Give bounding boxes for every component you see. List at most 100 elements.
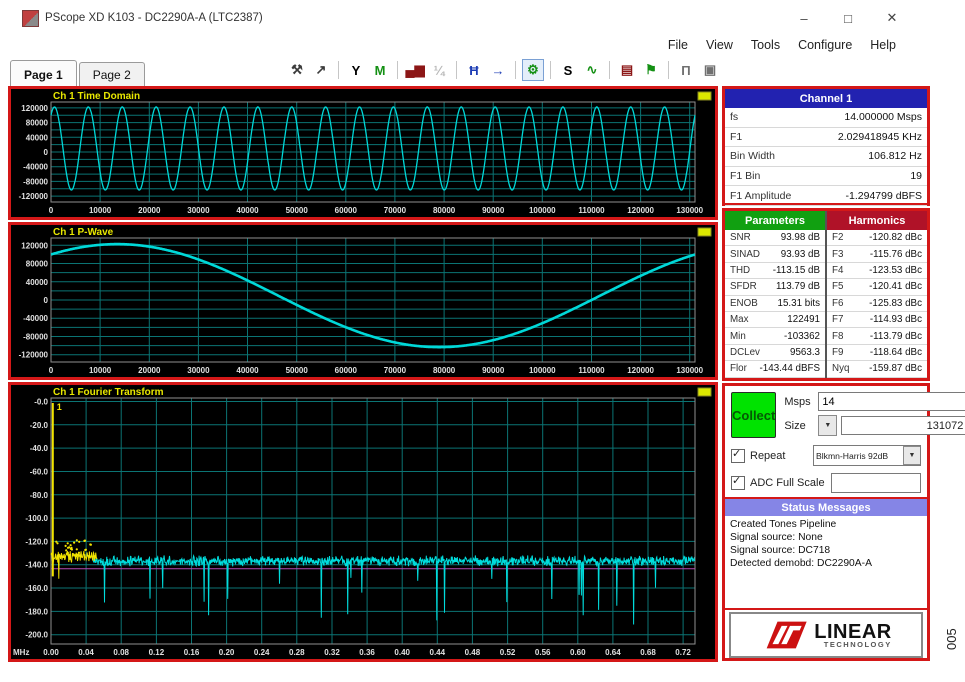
y-tick-label: -80000 (23, 177, 48, 186)
harmonic-row-value: -120.82 dBc (869, 232, 922, 244)
parameter-row: SNR 93.98 dB (725, 230, 825, 247)
x-tick-label: 20000 (138, 366, 161, 375)
x-tick-label: 130000 (676, 366, 703, 375)
x-tick-label: 20000 (138, 206, 161, 215)
window-select[interactable]: Blkmn-Harris 92dB ▼ (813, 445, 921, 466)
x-tick-label: 90000 (482, 366, 505, 375)
x-tick-label: 120000 (627, 206, 654, 215)
leakage-dot (77, 551, 81, 554)
parameters-table: SNR 93.98 dB SINAD 93.93 dB THD -113.15 dB SFD… (725, 230, 825, 378)
parameter-row: SINAD 93.93 dB (725, 246, 825, 263)
x-tick-label: 70000 (384, 366, 407, 375)
harmonic-row: F8 -113.79 dBc (827, 328, 927, 345)
leakage-dot (75, 548, 78, 551)
chart-time_domain[interactable]: 0 10000 20000 30000 40000 50000 60000 70000 8000… (11, 89, 715, 217)
harmonic-row-value: -114.93 dBc (869, 314, 922, 326)
parameter-row-label: Max (730, 314, 749, 326)
x-tick-label: 0.60 (570, 648, 586, 657)
leakage-dot (57, 553, 61, 556)
close-button-icon[interactable]: ✕ (884, 10, 900, 26)
histogram-icon[interactable]: ▄▆ (404, 59, 426, 81)
y-tick-label: -180.0 (25, 607, 48, 616)
fraction-icon[interactable]: ¼ (428, 59, 450, 81)
parameter-row: Flor -143.44 dBFS (725, 361, 825, 378)
adc-full-scale-checkbox[interactable] (731, 474, 745, 490)
arrow-tool-icon[interactable]: ↗ (310, 59, 332, 81)
parameters-harmonics-panel: Parameters Harmonics SNR 93.98 dB SINAD 93.… (722, 208, 930, 381)
device-tool-icon[interactable]: ⚙ (522, 59, 544, 81)
msps-input[interactable] (818, 392, 965, 411)
chart-fourier[interactable]: 0.00 0.04 0.08 0.12 0.16 0.20 0.24 0.28 0.32 0.36… (11, 385, 715, 659)
status-messages-panel: Status Messages Created Tones Pipeline Si… (725, 497, 927, 610)
adc-full-scale-label: ADC Full Scale (750, 477, 825, 489)
collect-button[interactable]: Collect (731, 392, 777, 438)
adc-full-scale-field[interactable] (830, 473, 921, 493)
channel-row-label: F1 Amplitude (730, 189, 792, 202)
s-curve-icon[interactable]: S (557, 59, 579, 81)
leakage-dot (84, 548, 87, 552)
menu-bar: File View Tools Configure Help (8, 34, 930, 56)
waveform-icon[interactable]: ∿ (581, 59, 603, 81)
status-message: Signal source: DC718 (730, 545, 831, 556)
status-message: Detected demobd: DC2290A-A (730, 558, 872, 569)
parameter-row-label: DCLev (730, 346, 760, 358)
x-tick-label: 70000 (384, 206, 407, 215)
x-tick-label: 0.16 (184, 648, 200, 657)
x-tick-label: 0.68 (640, 648, 656, 657)
chart-p_wave[interactable]: 0 10000 20000 30000 40000 50000 60000 70000 8000… (11, 225, 715, 377)
window-dropdown-icon[interactable]: ▼ (903, 446, 920, 465)
window-controls: – □ ✕ (796, 4, 900, 32)
channel-row-value: 106.812 Hz (868, 150, 922, 163)
parameters-header: Parameters (725, 211, 825, 230)
pulse-icon[interactable]: Π (675, 59, 697, 81)
measure-icon[interactable]: M (369, 59, 391, 81)
window-select-value: Blkmn-Harris 92dB (816, 450, 889, 461)
menu-configure[interactable]: Configure (798, 38, 852, 52)
continuous-collect-icon[interactable]: → (487, 59, 509, 81)
channel-row-label: Bin Width (730, 150, 775, 163)
flag-icon[interactable]: ⚑ (640, 59, 662, 81)
size-value[interactable]: 131072 (841, 416, 965, 435)
x-tick-label: 0.40 (394, 648, 410, 657)
toolbar-separator (338, 61, 339, 79)
channel-row-label: fs (730, 111, 739, 124)
leakage-dot (64, 544, 67, 547)
harmonic-row-label: F2 (832, 232, 844, 244)
parameter-row: Min -103362 (725, 328, 825, 345)
status-message: Signal source: None (730, 532, 823, 543)
repeat-checkbox[interactable] (731, 447, 745, 463)
minimize-button-icon[interactable]: – (796, 11, 812, 26)
x-tick-label: 120000 (627, 366, 654, 375)
harmonic-row-label: Nyq (832, 363, 850, 375)
parameter-row: Max 122491 (725, 312, 825, 329)
size-dropdown-icon[interactable]: ▼ (818, 415, 838, 436)
x-tick-label: 130000 (676, 206, 703, 215)
notes-icon[interactable]: ▤ (616, 59, 638, 81)
channel-header: Channel 1 (725, 89, 927, 108)
y-tick-label: 120000 (21, 104, 48, 113)
x-tick-label: 100000 (529, 366, 556, 375)
x-tick-label: 110000 (578, 206, 605, 215)
linear-technology-logo: LINEAR TECHNOLOGY (729, 612, 923, 658)
channel-row-value: 19 (910, 170, 922, 183)
plot-title: Ch 1 P-Wave (53, 227, 114, 238)
menu-view[interactable]: View (706, 38, 733, 52)
noise-floor-path (92, 554, 696, 625)
parameter-row-label: ENOB (730, 297, 758, 309)
tab-page-2[interactable]: Page 2 (78, 62, 145, 86)
tab-page-1[interactable]: Page 1 (10, 60, 77, 86)
collect-setup-icon[interactable]: Ħ (463, 59, 485, 81)
channel-row: F1 Amplitude -1.294799 dBFS (725, 186, 927, 206)
menu-help[interactable]: Help (870, 38, 896, 52)
menu-tools[interactable]: Tools (751, 38, 780, 52)
maximize-button-icon[interactable]: □ (840, 11, 856, 26)
leakage-dot (83, 539, 86, 542)
leakage-dot (69, 547, 72, 550)
menu-file[interactable]: File (668, 38, 688, 52)
filter-icon[interactable]: Y (345, 59, 367, 81)
harmonic-row-label: F6 (832, 297, 844, 309)
export-image-icon[interactable]: ▣ (699, 59, 721, 81)
fourier-transform-plot-panel: 0.00 0.04 0.08 0.12 0.16 0.20 0.24 0.28 0.32 0.36… (8, 382, 718, 662)
tools-icon[interactable]: ⚒ (286, 59, 308, 81)
y-tick-label: -40000 (23, 163, 48, 172)
